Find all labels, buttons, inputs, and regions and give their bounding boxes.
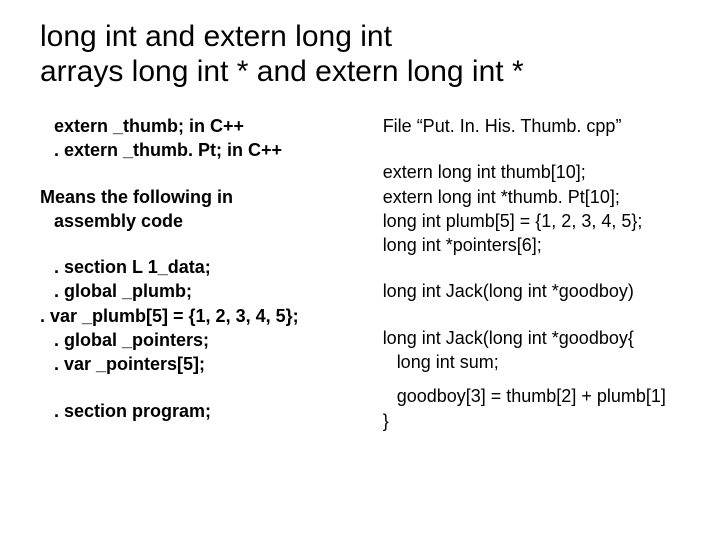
text-line: long int Jack(long int *goodboy) [383, 279, 690, 303]
right-block-proto: long int Jack(long int *goodboy) [383, 279, 690, 303]
text-line: extern _thumb; in C++ [40, 114, 363, 138]
left-block-section-program: . section program; [40, 399, 363, 423]
text-line: extern long int *thumb. Pt[10]; [383, 185, 690, 209]
text-line: . section program; [40, 399, 363, 423]
title-line-2: arrays long int * and extern long int * [40, 55, 524, 88]
slide-title: long int and extern long int arrays long… [40, 20, 690, 89]
text-line: long int *pointers[6]; [383, 233, 690, 257]
right-block-func-open: long int Jack(long int *goodboy{ long in… [383, 326, 690, 375]
text-line: . global _plumb; [40, 279, 363, 303]
text-line: . extern _thumb. Pt; in C++ [40, 138, 363, 162]
right-block-func-body: goodboy[3] = thumb[2] + plumb[1] } [383, 384, 690, 433]
left-block-means: Means the following in assembly code [40, 185, 363, 234]
right-column: File “Put. In. His. Thumb. cpp” extern l… [383, 114, 690, 455]
text-line: assembly code [40, 209, 363, 233]
text-line: long int plumb[5] = {1, 2, 3, 4, 5}; [383, 209, 690, 233]
text-line: . global _pointers; [40, 328, 363, 352]
text-line: long int Jack(long int *goodboy{ [383, 326, 690, 350]
columns: extern _thumb; in C++ . extern _thumb. P… [40, 114, 690, 455]
text-line: long int sum; [383, 350, 690, 374]
slide: long int and extern long int arrays long… [0, 0, 720, 540]
text-line: extern long int thumb[10]; [383, 160, 690, 184]
right-block-file: File “Put. In. His. Thumb. cpp” [383, 114, 690, 138]
text-line: . var _plumb[5] = {1, 2, 3, 4, 5}; [40, 304, 363, 328]
text-line: . var _pointers[5]; [40, 352, 363, 376]
text-line: goodboy[3] = thumb[2] + plumb[1] [383, 384, 690, 408]
text-line: Means the following in [40, 185, 363, 209]
text-line: } [383, 409, 690, 433]
right-block-decls: extern long int thumb[10]; extern long i… [383, 160, 690, 257]
title-line-1: long int and extern long int [40, 20, 392, 53]
text-line: File “Put. In. His. Thumb. cpp” [383, 114, 690, 138]
left-block-section-data: . section L 1_data; . global _plumb; . v… [40, 255, 363, 376]
text-line: . section L 1_data; [40, 255, 363, 279]
left-column: extern _thumb; in C++ . extern _thumb. P… [40, 114, 363, 455]
left-block-extern: extern _thumb; in C++ . extern _thumb. P… [40, 114, 363, 163]
